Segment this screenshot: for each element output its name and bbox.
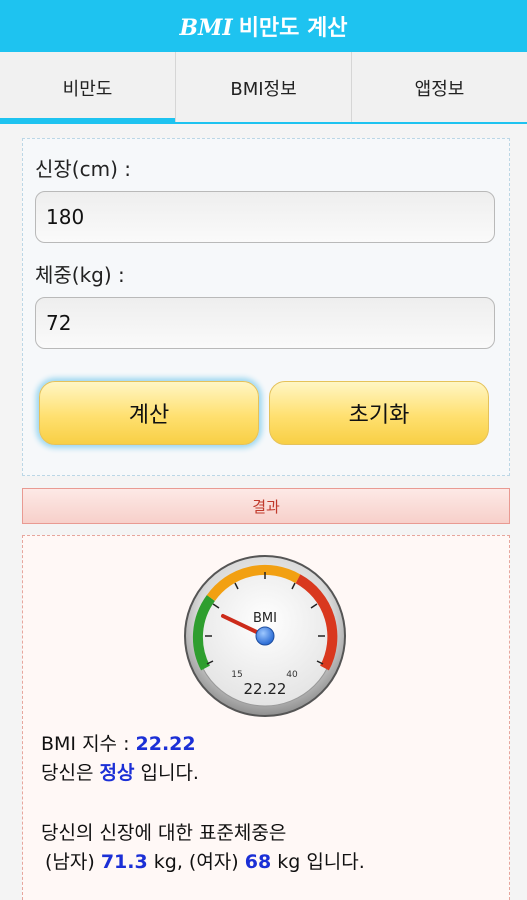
status-line: 당신은 정상 입니다. — [41, 758, 199, 785]
height-label: 신장(cm) : — [35, 157, 131, 181]
male-suffix: kg, (여자) — [147, 851, 245, 873]
tab-bmi-info[interactable]: BMI정보 — [176, 52, 352, 124]
app-title: BMI 비만도 계산 — [179, 10, 347, 42]
gauge-label: BMI — [253, 611, 277, 626]
female-weight-value: 68 — [244, 851, 272, 873]
standard-weight-line: 당신의 신장에 대한 표준체중은 — [41, 822, 287, 844]
reset-button[interactable]: 초기화 — [269, 381, 489, 445]
gauge-value: 22.22 — [244, 680, 287, 698]
standard-weight-values: (남자) 71.3 kg, (여자) 68 kg 입니다. — [45, 847, 365, 874]
status-suffix: 입니다. — [134, 762, 199, 784]
bmi-gauge: BMI 15 40 22.22 — [184, 555, 346, 717]
tab-underline — [0, 122, 527, 124]
result-panel: BMI 15 40 22.22 BMI 지수 : 22.22 당신은 정상 입니… — [22, 535, 510, 900]
weight-input[interactable]: 72 — [35, 297, 495, 349]
bmi-index-line: BMI 지수 : 22.22 — [41, 729, 196, 756]
female-suffix: kg 입니다. — [271, 851, 365, 873]
bmi-index-label: BMI 지수 : — [41, 733, 136, 755]
app-title-bar: BMI 비만도 계산 — [0, 0, 527, 52]
male-weight-value: 71.3 — [100, 851, 148, 873]
weight-label: 체중(kg) : — [35, 263, 125, 287]
result-header: 결과 — [22, 488, 510, 524]
male-prefix: (남자) — [45, 851, 101, 873]
gauge-tick-high: 40 — [286, 670, 298, 680]
status-value: 정상 — [99, 762, 135, 784]
tab-bar: 비만도 BMI정보 앱정보 — [0, 52, 527, 124]
tab-app-info[interactable]: 앱정보 — [352, 52, 527, 124]
app-title-bmi: BMI — [179, 15, 233, 41]
status-prefix: 당신은 — [41, 762, 100, 784]
gauge-tick-low: 15 — [231, 670, 242, 680]
calculate-button[interactable]: 계산 — [39, 381, 259, 445]
tab-bmi-calc[interactable]: 비만도 — [0, 52, 176, 124]
input-form: 신장(cm) : 180 체중(kg) : 72 계산 초기화 — [22, 138, 510, 476]
bmi-index-value: 22.22 — [135, 733, 196, 755]
app-title-text: 비만도 계산 — [238, 16, 348, 41]
height-input[interactable]: 180 — [35, 191, 495, 243]
gauge-hub — [255, 626, 275, 646]
